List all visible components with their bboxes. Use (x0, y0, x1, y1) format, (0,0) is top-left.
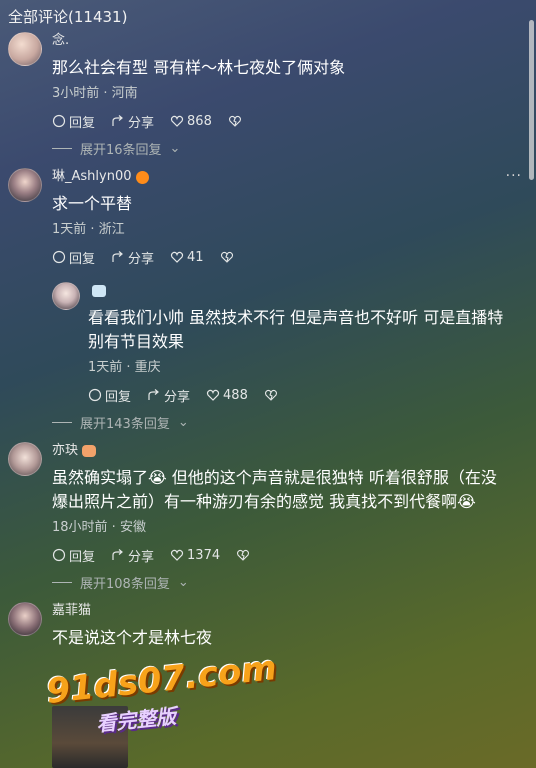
comments-header: 全部评论(11431) (0, 0, 536, 30)
like-button[interactable]: 41 (170, 250, 204, 265)
share-icon (111, 548, 125, 562)
dislike-button[interactable] (236, 548, 250, 562)
heart-icon (206, 388, 220, 402)
avatar[interactable] (8, 602, 42, 636)
avatar[interactable] (8, 442, 42, 476)
divider (52, 581, 72, 583)
share-button[interactable]: 分享 (111, 112, 154, 131)
like-button[interactable]: 1374 (170, 548, 220, 563)
reply-button[interactable]: 回复 (52, 248, 95, 267)
heart-icon (170, 114, 184, 128)
reply-button[interactable]: 回复 (52, 546, 95, 565)
chevron-down-icon: ⌄ (169, 140, 181, 156)
comment-item: 琳_Ashlyn00 ··· 求一个平替 1天前 · 浙江 回复 分享 41 (0, 168, 536, 268)
chevron-down-icon: ⌄ (177, 414, 189, 430)
comment-text: 那么社会有型 哥有样～林七夜处了俩对象 (52, 58, 346, 77)
username[interactable]: 嘉菲猫 (52, 602, 506, 620)
dislike-button[interactable] (220, 250, 234, 264)
heart-icon (170, 250, 184, 264)
avatar[interactable] (8, 32, 42, 66)
comment-item: 亦玦 虽然确实塌了😭 但他的这个声音就是很独特 听着很舒服（在没爆出照片之前）有… (0, 442, 536, 592)
ice-badge-icon (92, 285, 106, 297)
dislike-button[interactable] (228, 114, 242, 128)
comment-actions: 回复 分享 488 (88, 384, 506, 406)
comment-actions: 回复 分享 1374 (52, 544, 506, 566)
like-count: 1374 (187, 547, 221, 563)
broken-heart-icon (228, 114, 242, 128)
expand-replies[interactable]: 展开108条回复 ⌄ (52, 572, 506, 592)
comment-meta: 1天前 · 浙江 (52, 222, 125, 237)
expand-replies[interactable]: 展开143条回复 ⌄ (52, 412, 506, 432)
comment-text: 求一个平替 (52, 194, 133, 213)
share-button[interactable]: 分享 (111, 546, 154, 565)
comment-meta: 3小时前 · 河南 (52, 86, 138, 101)
like-button[interactable]: 488 (206, 388, 248, 403)
like-button[interactable]: 868 (170, 114, 212, 129)
share-button[interactable]: 分享 (111, 248, 154, 267)
expand-replies[interactable]: 展开16条回复 ⌄ (52, 138, 506, 158)
avatar[interactable] (52, 282, 80, 310)
share-icon (147, 388, 161, 402)
avatar[interactable] (8, 168, 42, 202)
share-icon (111, 250, 125, 264)
broken-heart-icon (220, 250, 234, 264)
like-count: 41 (187, 249, 204, 265)
comment-icon (52, 250, 66, 264)
share-button[interactable]: 分享 (147, 386, 190, 405)
comment-icon (88, 388, 102, 402)
divider (52, 147, 72, 149)
username[interactable]: 亦玦 (52, 442, 506, 460)
comment-item: 念. 那么社会有型 哥有样～林七夜处了俩对象 3小时前 · 河南 回复 分享 8… (0, 32, 536, 158)
orange-badge-icon (135, 170, 149, 184)
comment-icon (52, 548, 66, 562)
username[interactable] (88, 282, 506, 300)
comments-count-title: 全部评论(11431) (8, 8, 128, 26)
comment-actions: 回复 分享 868 (52, 110, 506, 132)
broken-heart-icon (264, 388, 278, 402)
reply-item: 看看我们小帅 虽然技术不行 但是声音也不好听 可是直播特别有节目效果 1天前 ·… (0, 282, 536, 406)
comment-text: 不是说这个才是林七夜 (52, 628, 213, 647)
username[interactable]: 念. (52, 32, 506, 50)
comment-meta: 1天前 · 重庆 (88, 360, 161, 375)
broken-heart-icon (236, 548, 250, 562)
username[interactable]: 琳_Ashlyn00 (52, 168, 506, 186)
divider (52, 421, 72, 423)
hands-badge-icon (82, 445, 97, 457)
dislike-button[interactable] (264, 388, 278, 402)
comment-meta: 18小时前 · 安徽 (52, 520, 146, 535)
expand-row: 展开143条回复 ⌄ (0, 412, 536, 432)
like-count: 488 (223, 387, 248, 403)
comment-item: 嘉菲猫 不是说这个才是林七夜 (0, 602, 536, 650)
comment-text: 看看我们小帅 虽然技术不行 但是声音也不好听 可是直播特别有节目效果 (88, 308, 504, 351)
heart-icon (170, 548, 184, 562)
comment-actions: 回复 分享 41 (52, 246, 506, 268)
chevron-down-icon: ⌄ (177, 574, 189, 590)
more-options-icon[interactable]: ··· (506, 168, 522, 184)
like-count: 868 (187, 113, 212, 129)
reply-button[interactable]: 回复 (88, 386, 131, 405)
comment-icon (52, 114, 66, 128)
comment-text: 虽然确实塌了😭 但他的这个声音就是很独特 听着很舒服（在没爆出照片之前）有一种游… (52, 468, 497, 511)
reply-button[interactable]: 回复 (52, 112, 95, 131)
share-icon (111, 114, 125, 128)
